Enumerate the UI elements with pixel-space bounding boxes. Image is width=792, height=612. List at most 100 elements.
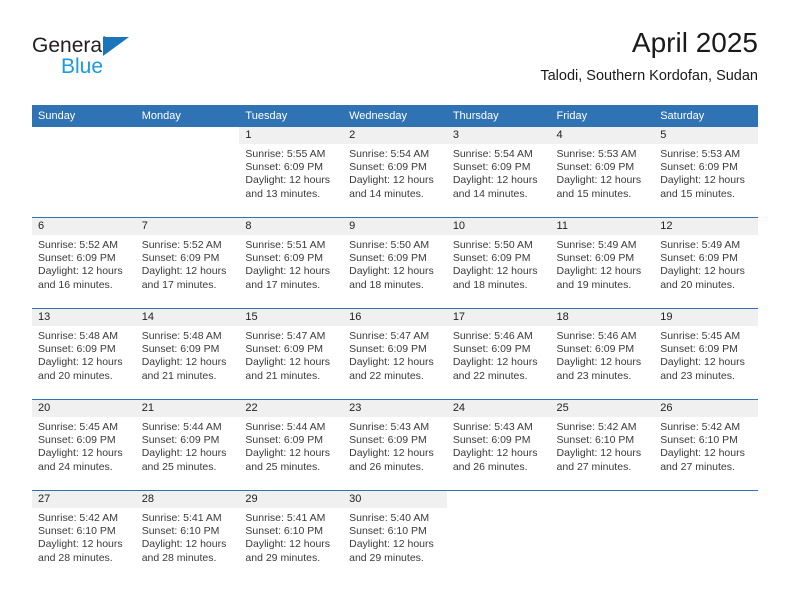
sunrise-time: Sunrise: 5:49 AM [556,239,637,251]
day-number: 2 [343,127,447,144]
day-number: 16 [343,309,447,326]
page-header: General Blue April 2025 Talodi, Southern… [32,26,758,96]
daylight-duration-line2: and 26 minutes. [452,460,528,473]
day-info: Sunrise: 5:54 AM Sunset: 6:09 PM Daylight:… [447,144,551,201]
day-info: Sunrise: 5:40 AM Sunset: 6:10 PM Daylight:… [343,508,447,565]
sunset-time: Sunset: 6:09 PM [245,343,324,356]
day-info: Sunrise: 5:47 AM Sunset: 6:09 PM Daylight:… [343,326,447,383]
day-cell[interactable]: 9 Sunrise: 5:50 AM Sunset: 6:09 PM Daylight… [343,218,447,308]
sunrise-time: Sunrise: 5:44 AM [245,421,326,433]
day-cell[interactable]: 29 Sunrise: 5:41 AM Sunset: 6:10 PM Dayligh… [239,491,344,581]
day-cell[interactable]: 17 Sunrise: 5:46 AM Sunset: 6:09 PM Dayligh… [446,309,551,399]
general-blue-logo[interactable]: General Blue [32,34,162,86]
day-cell[interactable]: 12 Sunrise: 5:49 AM Sunset: 6:09 PM Dayligh… [654,218,758,308]
day-cell[interactable]: 26 Sunrise: 5:42 AM Sunset: 6:10 PM Dayligh… [654,400,758,490]
daylight-duration-line2: and 13 minutes. [245,187,321,200]
day-info: Sunrise: 5:53 AM Sunset: 6:09 PM Daylight:… [654,144,758,201]
sunrise-time: Sunrise: 5:50 AM [349,239,430,251]
daylight-duration-line2: and 14 minutes. [452,187,528,200]
day-cell[interactable]: 3 Sunrise: 5:54 AM Sunset: 6:09 PM Daylight… [446,127,551,217]
daylight-duration-line1: Daylight: 12 hours [141,356,227,369]
sunrise-time: Sunrise: 5:41 AM [141,512,222,524]
daylight-duration-line1: Daylight: 12 hours [556,447,642,460]
day-cell[interactable]: 16 Sunrise: 5:47 AM Sunset: 6:09 PM Dayligh… [343,309,447,399]
day-number: 1 [239,127,344,144]
daylight-duration-line2: and 20 minutes. [38,369,113,382]
day-cell[interactable]: 30 Sunrise: 5:40 AM Sunset: 6:10 PM Dayligh… [343,491,447,581]
weekday-header-sunday: Sunday [32,105,136,127]
calendar-cell: 3 Sunrise: 5:54 AM Sunset: 6:09 PM Daylight… [446,127,551,218]
day-info: Sunrise: 5:50 AM Sunset: 6:09 PM Daylight:… [447,235,551,292]
sunset-time: Sunset: 6:09 PM [556,252,635,265]
day-cell[interactable]: 18 Sunrise: 5:46 AM Sunset: 6:09 PM Dayligh… [550,309,655,399]
calendar-cell: 11 Sunrise: 5:49 AM Sunset: 6:09 PM Dayligh… [550,217,655,309]
day-cell[interactable]: 21 Sunrise: 5:44 AM Sunset: 6:09 PM Dayligh… [135,400,240,490]
day-cell[interactable]: 4 Sunrise: 5:53 AM Sunset: 6:09 PM Daylight… [550,127,655,217]
sunrise-time: Sunrise: 5:50 AM [452,239,533,251]
day-number: 17 [446,309,551,326]
calendar-cell: 22 Sunrise: 5:44 AM Sunset: 6:09 PM Dayligh… [239,399,344,491]
day-cell-empty [446,491,551,581]
calendar-cell: 24 Sunrise: 5:43 AM Sunset: 6:09 PM Dayligh… [446,399,551,491]
day-number: 4 [550,127,655,144]
weekday-header-wednesday: Wednesday [343,105,447,127]
day-cell[interactable]: 1 Sunrise: 5:55 AM Sunset: 6:09 PM Daylight… [239,127,344,217]
day-cell[interactable]: 23 Sunrise: 5:43 AM Sunset: 6:09 PM Dayligh… [343,400,447,490]
day-cell-empty [550,491,655,581]
day-info: Sunrise: 5:42 AM Sunset: 6:10 PM Daylight:… [551,417,655,474]
calendar-cell: 14 Sunrise: 5:48 AM Sunset: 6:09 PM Dayligh… [135,308,240,400]
daylight-duration-line1: Daylight: 12 hours [245,174,331,187]
day-cell[interactable]: 28 Sunrise: 5:41 AM Sunset: 6:10 PM Dayligh… [135,491,240,581]
sunset-time: Sunset: 6:09 PM [660,343,738,356]
calendar-cell: 7 Sunrise: 5:52 AM Sunset: 6:09 PM Daylight… [135,217,240,309]
day-cell[interactable]: 13 Sunrise: 5:48 AM Sunset: 6:09 PM Dayligh… [32,309,136,399]
day-cell[interactable]: 15 Sunrise: 5:47 AM Sunset: 6:09 PM Dayligh… [239,309,344,399]
day-cell[interactable]: 19 Sunrise: 5:45 AM Sunset: 6:09 PM Dayligh… [654,309,758,399]
day-info: Sunrise: 5:52 AM Sunset: 6:09 PM Daylight:… [32,235,136,292]
day-cell[interactable]: 6 Sunrise: 5:52 AM Sunset: 6:09 PM Daylight… [32,218,136,308]
day-info: Sunrise: 5:54 AM Sunset: 6:09 PM Daylight:… [343,144,447,201]
day-info: Sunrise: 5:44 AM Sunset: 6:09 PM Daylight:… [136,417,240,474]
day-info: Sunrise: 5:51 AM Sunset: 6:09 PM Daylight:… [239,235,343,292]
day-cell[interactable]: 11 Sunrise: 5:49 AM Sunset: 6:09 PM Dayligh… [550,218,655,308]
daylight-duration-line2: and 25 minutes. [245,460,321,473]
day-cell[interactable]: 27 Sunrise: 5:42 AM Sunset: 6:10 PM Dayligh… [32,491,136,581]
calendar-cell: 20 Sunrise: 5:45 AM Sunset: 6:09 PM Dayligh… [32,399,136,491]
daylight-duration-line2: and 21 minutes. [245,369,321,382]
calendar-cell: 16 Sunrise: 5:47 AM Sunset: 6:09 PM Dayligh… [343,308,447,400]
day-number: 3 [446,127,551,144]
day-cell[interactable]: 25 Sunrise: 5:42 AM Sunset: 6:10 PM Dayligh… [550,400,655,490]
calendar-cell [550,490,655,581]
day-cell[interactable]: 8 Sunrise: 5:51 AM Sunset: 6:09 PM Daylight… [239,218,344,308]
day-cell[interactable]: 20 Sunrise: 5:45 AM Sunset: 6:09 PM Dayligh… [32,400,136,490]
day-cell[interactable]: 7 Sunrise: 5:52 AM Sunset: 6:09 PM Daylight… [135,218,240,308]
sunrise-time: Sunrise: 5:54 AM [349,148,430,160]
daylight-duration-line2: and 27 minutes. [556,460,632,473]
calendar-cell: 5 Sunrise: 5:53 AM Sunset: 6:09 PM Daylight… [654,127,758,218]
day-cell[interactable]: 10 Sunrise: 5:50 AM Sunset: 6:09 PM Dayligh… [446,218,551,308]
daylight-duration-line1: Daylight: 12 hours [141,265,227,278]
daylight-duration-line1: Daylight: 12 hours [452,174,538,187]
sunset-time: Sunset: 6:09 PM [349,252,427,265]
sunrise-time: Sunrise: 5:45 AM [38,421,118,433]
daylight-duration-line1: Daylight: 12 hours [349,174,434,187]
day-number: 10 [446,218,551,235]
day-cell[interactable]: 2 Sunrise: 5:54 AM Sunset: 6:09 PM Daylight… [343,127,447,217]
sunrise-time: Sunrise: 5:55 AM [245,148,326,160]
weekday-header-thursday: Thursday [446,105,551,127]
day-number: 19 [654,309,758,326]
daylight-duration-line1: Daylight: 12 hours [452,356,538,369]
day-cell[interactable]: 22 Sunrise: 5:44 AM Sunset: 6:09 PM Dayligh… [239,400,344,490]
day-cell-empty [654,491,758,581]
day-cell[interactable]: 24 Sunrise: 5:43 AM Sunset: 6:09 PM Dayligh… [446,400,551,490]
day-cell[interactable]: 5 Sunrise: 5:53 AM Sunset: 6:09 PM Daylight… [654,127,758,217]
sunset-time: Sunset: 6:10 PM [349,525,427,538]
day-number: 14 [135,309,240,326]
daylight-duration-line1: Daylight: 12 hours [349,265,434,278]
daylight-duration-line1: Daylight: 12 hours [141,538,227,551]
day-info: Sunrise: 5:55 AM Sunset: 6:09 PM Daylight:… [239,144,343,201]
calendar-cell: 1 Sunrise: 5:55 AM Sunset: 6:09 PM Daylight… [239,127,344,218]
day-cell[interactable]: 14 Sunrise: 5:48 AM Sunset: 6:09 PM Dayligh… [135,309,240,399]
sunset-time: Sunset: 6:09 PM [245,161,324,174]
title-block: April 2025 Talodi, Southern Kordofan, Su… [540,26,758,86]
